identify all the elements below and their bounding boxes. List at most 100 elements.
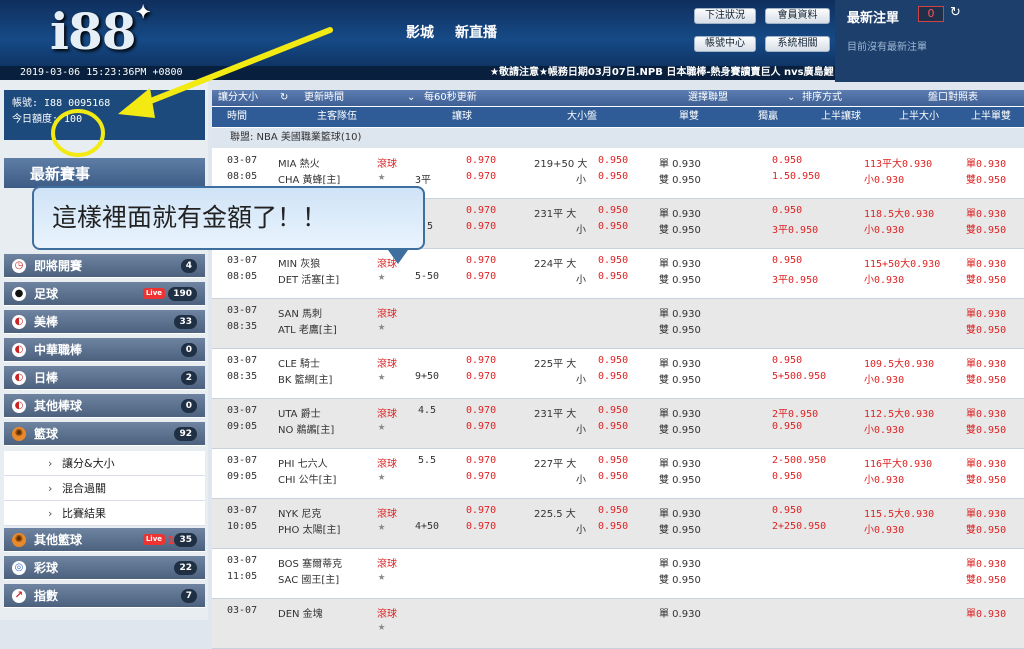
cell-u1[interactable]: 0.950 (598, 405, 628, 416)
cell-s1[interactable]: 單 0.930 (659, 205, 701, 220)
cell-u2[interactable]: 0.950 (598, 171, 628, 182)
sidebar-item-mlb[interactable]: ◐ 美棒 33 (4, 310, 205, 334)
cell-ou2[interactable]: 小 (576, 521, 586, 536)
cell-h1[interactable]: 0.950 (772, 205, 802, 216)
update-time-button[interactable]: 更新時間 (304, 90, 344, 106)
cell-s2[interactable]: 雙 0.950 (659, 171, 701, 186)
bet-status-button[interactable]: 下注狀況 (694, 8, 756, 24)
cell-h1[interactable]: 2-500.950 (772, 455, 826, 466)
cell-hs1[interactable]: 單0.930 (966, 155, 1006, 170)
cell-o1[interactable]: 0.970 (466, 505, 496, 516)
refresh-icon[interactable]: ↻ (950, 5, 961, 20)
cell-s1[interactable]: 單 0.930 (659, 555, 701, 570)
cell-h2[interactable]: 1.50.950 (772, 171, 820, 182)
cell-o2[interactable]: 0.970 (466, 371, 496, 382)
cell-ou[interactable]: 227平 大 (534, 455, 576, 470)
favorite-star-icon[interactable]: ★ (378, 269, 385, 283)
cell-hs2[interactable]: 雙0.950 (966, 321, 1006, 336)
league-header[interactable]: 聯盟: NBA 美國職業籃球(10) (212, 128, 1024, 148)
cell-h1[interactable]: 2平0.950 (772, 405, 818, 420)
cell-u1[interactable]: 0.950 (598, 455, 628, 466)
cell-o1[interactable]: 0.970 (466, 355, 496, 366)
cell-s1[interactable]: 單 0.930 (659, 155, 701, 170)
cell-ou[interactable]: 219+50 大 (534, 155, 587, 170)
cell-o2[interactable]: 0.970 (466, 271, 496, 282)
cell-h2[interactable]: 2+250.950 (772, 521, 826, 532)
submenu-handicap-total[interactable]: › 讓分&大小 (4, 451, 205, 476)
cell-u1[interactable]: 0.950 (598, 255, 628, 266)
favorite-star-icon[interactable]: ★ (378, 469, 385, 483)
cell-ou[interactable]: 225.5 大 (534, 505, 576, 520)
cell-o1[interactable]: 0.970 (466, 455, 496, 466)
cell-hou2[interactable]: 小0.930 (864, 471, 904, 486)
cell-s2[interactable]: 雙 0.950 (659, 421, 701, 436)
sort-order-select[interactable]: 排序方式 (802, 90, 842, 106)
sidebar-item-other-baseball[interactable]: ◐ 其他棒球 0 (4, 394, 205, 418)
chevron-down-icon[interactable]: ⌄ (787, 90, 795, 106)
cell-s2[interactable]: 雙 0.950 (659, 521, 701, 536)
refresh-icon[interactable]: ↻ (280, 90, 288, 106)
cell-ou2[interactable]: 小 (576, 421, 586, 436)
cell-h1[interactable]: 0.950 (772, 505, 802, 516)
sidebar-item-other-basketball[interactable]: ✺ 其他籃球 Live 1 35 (4, 528, 205, 552)
cell-hs1[interactable]: 單0.930 (966, 355, 1006, 370)
cell-u2[interactable]: 0.950 (598, 271, 628, 282)
cell-ou[interactable]: 231平 大 (534, 405, 576, 420)
cell-o2[interactable]: 0.970 (466, 171, 496, 182)
cell-ou2[interactable]: 小 (576, 221, 586, 236)
cell-hs1[interactable]: 單0.930 (966, 505, 1006, 520)
cell-s2[interactable]: 雙 0.950 (659, 321, 701, 336)
cell-s2[interactable]: 雙 0.950 (659, 471, 701, 486)
sidebar-item-basketball[interactable]: ✺ 籃球 92 (4, 422, 205, 446)
select-league-button[interactable]: 選擇聯盟 (688, 90, 728, 106)
cell-hou1[interactable]: 118.5大0.930 (864, 205, 934, 220)
cell-ou2[interactable]: 小 (576, 371, 586, 386)
cell-s1[interactable]: 單 0.930 (659, 405, 701, 420)
cell-u1[interactable]: 0.950 (598, 355, 628, 366)
odds-table-button[interactable]: 盤口對照表 (928, 90, 978, 106)
cell-u2[interactable]: 0.950 (598, 371, 628, 382)
cell-hou2[interactable]: 小0.930 (864, 171, 904, 186)
cell-hs2[interactable]: 雙0.950 (966, 271, 1006, 286)
cell-s2[interactable]: 雙 0.950 (659, 221, 701, 236)
cell-hou1[interactable]: 115.5大0.930 (864, 505, 934, 520)
cell-s1[interactable]: 單 0.930 (659, 455, 701, 470)
cell-u2[interactable]: 0.950 (598, 521, 628, 532)
cell-hs2[interactable]: 雙0.950 (966, 521, 1006, 536)
sidebar-item-index[interactable]: ↗ 指數 7 (4, 584, 205, 608)
cell-ou2[interactable]: 小 (576, 471, 586, 486)
refresh-interval-select[interactable]: 每60秒更新 (424, 90, 477, 106)
cell-h1[interactable]: 0.950 (772, 255, 802, 266)
cell-h2[interactable]: 0.950 (772, 421, 802, 432)
cell-hs1[interactable]: 單0.930 (966, 405, 1006, 420)
cell-hs1[interactable]: 單0.930 (966, 255, 1006, 270)
cell-o2[interactable]: 0.970 (466, 221, 496, 232)
handicap-total-toggle[interactable]: 讓分大小 (218, 90, 258, 106)
cell-u1[interactable]: 0.950 (598, 155, 628, 166)
sidebar-item-soccer[interactable]: ● 足球 Live 1 190 (4, 282, 205, 306)
cell-hs2[interactable]: 雙0.950 (966, 171, 1006, 186)
cell-hc[interactable]: 5.5 (418, 455, 436, 466)
cell-o2[interactable]: 0.970 (466, 421, 496, 432)
cell-ou[interactable]: 231平 大 (534, 205, 576, 220)
favorite-star-icon[interactable]: ★ (378, 169, 385, 183)
cell-o2[interactable]: 0.970 (466, 521, 496, 532)
submenu-results[interactable]: › 比賽結果 (4, 501, 205, 526)
cell-hc2[interactable]: 5-50 (415, 271, 439, 282)
cell-hs2[interactable]: 雙0.950 (966, 221, 1006, 236)
cell-s1[interactable]: 單 0.930 (659, 305, 701, 320)
nav-cinema[interactable]: 影城 (406, 22, 434, 42)
cell-hs1[interactable]: 單0.930 (966, 205, 1006, 220)
cell-h2[interactable]: 5+500.950 (772, 371, 826, 382)
cell-u2[interactable]: 0.950 (598, 421, 628, 432)
cell-hs1[interactable]: 單0.930 (966, 305, 1006, 320)
favorite-star-icon[interactable]: ★ (378, 569, 385, 583)
cell-hou2[interactable]: 小0.930 (864, 371, 904, 386)
sidebar-item-npb[interactable]: ◐ 日棒 2 (4, 366, 205, 390)
cell-hs2[interactable]: 雙0.950 (966, 471, 1006, 486)
cell-u1[interactable]: 0.950 (598, 505, 628, 516)
cell-o1[interactable]: 0.970 (466, 155, 496, 166)
member-info-button[interactable]: 會員資料 (765, 8, 830, 24)
favorite-star-icon[interactable]: ★ (378, 369, 385, 383)
cell-hou2[interactable]: 小0.930 (864, 271, 904, 286)
